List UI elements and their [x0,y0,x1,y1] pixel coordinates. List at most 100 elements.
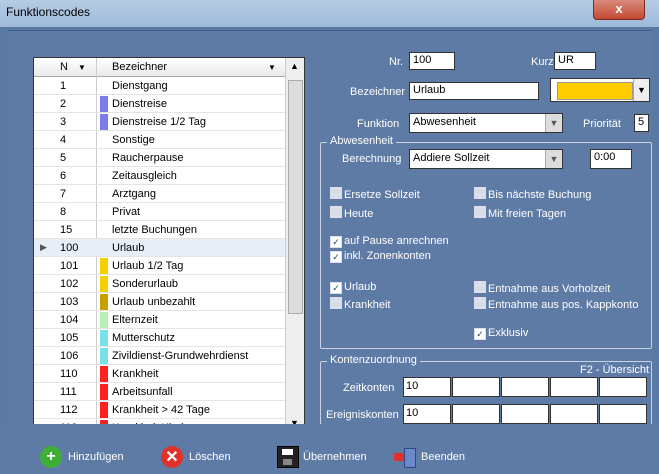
ersetze-sollzeit-label: Ersetze Sollzeit [344,189,420,201]
mit-freien-tagen-checkbox[interactable]: Mit freien Tagen [474,206,566,220]
table-row[interactable]: 3 Dienstreise 1/2 Tag [34,113,285,131]
exklusiv-checkbox[interactable]: ✓ Exklusiv [474,327,528,340]
ereigniskonten-label: Ereigniskonten [326,409,399,421]
berechnung-value: Addiere Sollzeit [413,152,490,164]
row-number: 112 [60,404,78,416]
row-number: 3 [60,116,67,128]
entnahme-kappkonto-label: Entnahme aus pos. Kappkonto [488,299,639,311]
row-indicator-icon: ▶ [40,242,47,252]
table-row[interactable]: ▶ 100 Urlaub [34,239,285,257]
row-number: 101 [60,260,79,272]
checkbox-box [330,297,342,309]
table-row[interactable]: 4 Sonstige [34,131,285,149]
filter-arrow-icon[interactable]: ▼ [268,63,276,72]
row-color-swatch [100,348,108,364]
nr-field[interactable]: 100 [409,52,455,70]
f2-uebersicht-hint: F2 - Übersicht [580,364,650,376]
zeitkonten-field-5[interactable] [599,377,647,397]
entnahme-vorholzeit-checkbox[interactable]: Entnahme aus Vorholzeit [474,281,610,295]
row-bezeichner: Raucherpause [112,152,184,164]
ereigniskonten-field-1[interactable]: 10 [403,404,451,424]
kontenzuordnung-group-title: Kontenzuordnung [327,354,420,366]
krankheit-checkbox[interactable]: Krankheit [330,297,390,311]
table-row[interactable]: 1 Dienstgang [34,77,285,95]
heute-label: Heute [344,208,374,220]
row-number: 1 [60,80,67,92]
zeitkonten-field-3[interactable] [501,377,549,397]
row-color-swatch [100,258,108,274]
row-number: 4 [60,134,67,146]
kurz-field[interactable]: UR [554,52,596,70]
heute-checkbox[interactable]: Heute [330,206,373,220]
table-row[interactable]: 112 Krankheit > 42 Tage [34,401,285,419]
zeitkonten-field-2[interactable] [452,377,500,397]
vertical-scrollbar[interactable]: ▲ ▼ [285,58,304,432]
ereigniskonten-field-4[interactable] [550,404,598,424]
row-bezeichner: Elternzeit [112,314,158,326]
row-number: 8 [60,206,67,218]
prioritaet-field[interactable]: 5 [634,114,649,132]
list-body: 1 Dienstgang 2 Dienstreise 3 Dienstreise 1/2 … [34,77,285,432]
row-bezeichner: Dienstreise [112,98,168,110]
row-bezeichner: Privat [112,206,141,218]
zeitkonten-field-4[interactable] [550,377,598,397]
scroll-up-icon[interactable]: ▲ [290,61,299,71]
checkmark-icon: ✓ [330,236,342,248]
urlaub-checkbox[interactable]: ✓ Urlaub [330,281,376,294]
add-button[interactable]: + Hinzufügen [40,446,124,468]
table-row[interactable]: 8 Privat [34,203,285,221]
row-number: 105 [60,332,79,344]
scroll-thumb[interactable] [288,80,303,314]
column-header-bezeichner[interactable]: Bezeichner [112,61,167,73]
berechnung-select[interactable]: Addiere Sollzeit ▼ [409,149,563,169]
row-bezeichner: Sonstige [112,134,155,146]
bezeichner-label: Bezeichner [350,86,406,98]
table-row[interactable]: 2 Dienstreise [34,95,285,113]
table-row[interactable]: 102 Sonderurlaub [34,275,285,293]
nr-label: Nr. [389,56,404,68]
exit-button[interactable]: Beenden [394,446,465,468]
bezeichner-field[interactable]: Urlaub [409,82,539,100]
function-code-list: N ▼ Bezeichner ▼ 1 Dienstgang 2 Dienstreise… [33,57,305,433]
table-row[interactable]: 111 Arbeitsunfall [34,383,285,401]
ereigniskonten-field-5[interactable] [599,404,647,424]
column-header-n[interactable]: N [60,61,68,73]
inkl-zonenkonten-checkbox[interactable]: ✓ inkl. Zonenkonten [330,250,431,263]
delete-button[interactable]: ✕ Löschen [161,446,231,468]
checkbox-box [474,187,486,199]
table-row[interactable]: 6 Zeitausgleich [34,167,285,185]
table-row[interactable]: 103 Urlaub unbezahlt [34,293,285,311]
bis-naechste-buchung-checkbox[interactable]: Bis nächste Buchung [474,187,591,201]
ereigniskonten-field-3[interactable] [501,404,549,424]
abwesenheit-group-title: Abwesenheit [327,135,396,147]
color-picker[interactable]: ▼ [550,78,650,102]
berechnung-dropdown-icon[interactable]: ▼ [545,150,562,168]
ereigniskonten-field-2[interactable] [452,404,500,424]
table-row[interactable]: 105 Mutterschutz [34,329,285,347]
title-bar: Funktionscodes x [0,0,659,27]
save-button[interactable]: Übernehmen [277,446,367,468]
zeitkonten-field-1[interactable]: 10 [403,377,451,397]
funktion-dropdown-icon[interactable]: ▼ [545,114,562,132]
sort-arrow-icon[interactable]: ▼ [78,63,86,72]
table-row[interactable]: 104 Elternzeit [34,311,285,329]
color-dropdown-icon[interactable]: ▼ [633,79,649,101]
table-row[interactable]: 110 Krankheit [34,365,285,383]
entnahme-kappkonto-checkbox[interactable]: Entnahme aus pos. Kappkonto [474,297,638,311]
save-button-label: Übernehmen [303,451,367,463]
close-button[interactable]: x [593,0,645,20]
table-row[interactable]: 5 Raucherpause [34,149,285,167]
checkbox-box [330,206,342,218]
auf-pause-anrechnen-checkbox[interactable]: ✓ auf Pause anrechnen [330,235,449,248]
row-number: 6 [60,170,67,182]
table-row[interactable]: 7 Arztgang [34,185,285,203]
row-color-swatch [100,366,108,382]
zeit-field[interactable]: 0:00 [590,149,632,169]
table-row[interactable]: 15 letzte Buchungen [34,221,285,239]
table-row[interactable]: 101 Urlaub 1/2 Tag [34,257,285,275]
funktion-select[interactable]: Abwesenheit ▼ [409,113,563,133]
ersetze-sollzeit-checkbox[interactable]: Ersetze Sollzeit [330,187,420,201]
row-number: 103 [60,296,79,308]
table-row[interactable]: 106 Zivildienst-Grundwehrdienst [34,347,285,365]
row-number: 15 [60,224,73,236]
